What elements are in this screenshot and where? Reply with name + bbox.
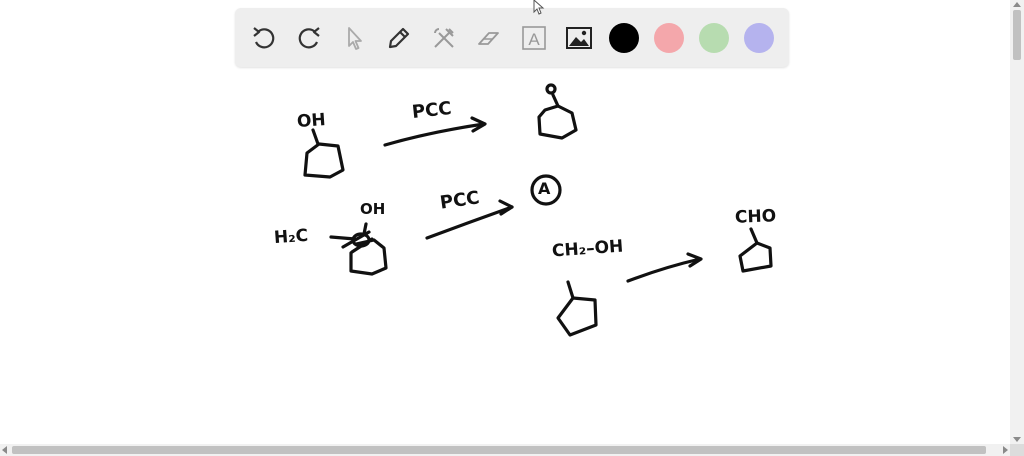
methylcyclohexanol-ring [349,238,388,276]
scroll-left-icon[interactable] [2,446,7,454]
label-product-a: A [538,179,551,198]
label-cho: CHO [734,206,777,228]
vertical-scroll-thumb[interactable] [1013,10,1021,60]
label-oh-1: OH [296,110,327,132]
cyclopentane-ring [556,296,598,337]
handwriting-strokes [303,83,773,337]
vertical-scrollbar[interactable] [1010,0,1024,444]
label-pcc-1: PCC [410,97,453,124]
label-ch2oh: CH₂–OH [551,236,624,262]
cyclohexane-ring-1 [303,142,345,179]
whiteboard-canvas[interactable]: OH PCC H₂C OH PCC A CH₂–OH CHO [0,0,1010,444]
label-oh-2: OH [360,200,386,218]
scroll-down-icon[interactable] [1013,437,1021,442]
label-methyl-group: H₂C [273,225,309,249]
cyclobutane-ring [738,241,773,273]
cyclohexanone-ring [537,104,578,140]
scrollbar-corner [1010,444,1024,456]
scroll-up-icon[interactable] [1013,2,1021,7]
horizontal-scrollbar[interactable] [0,444,1010,456]
horizontal-scroll-thumb[interactable] [12,446,986,454]
scroll-right-icon[interactable] [1003,446,1008,454]
